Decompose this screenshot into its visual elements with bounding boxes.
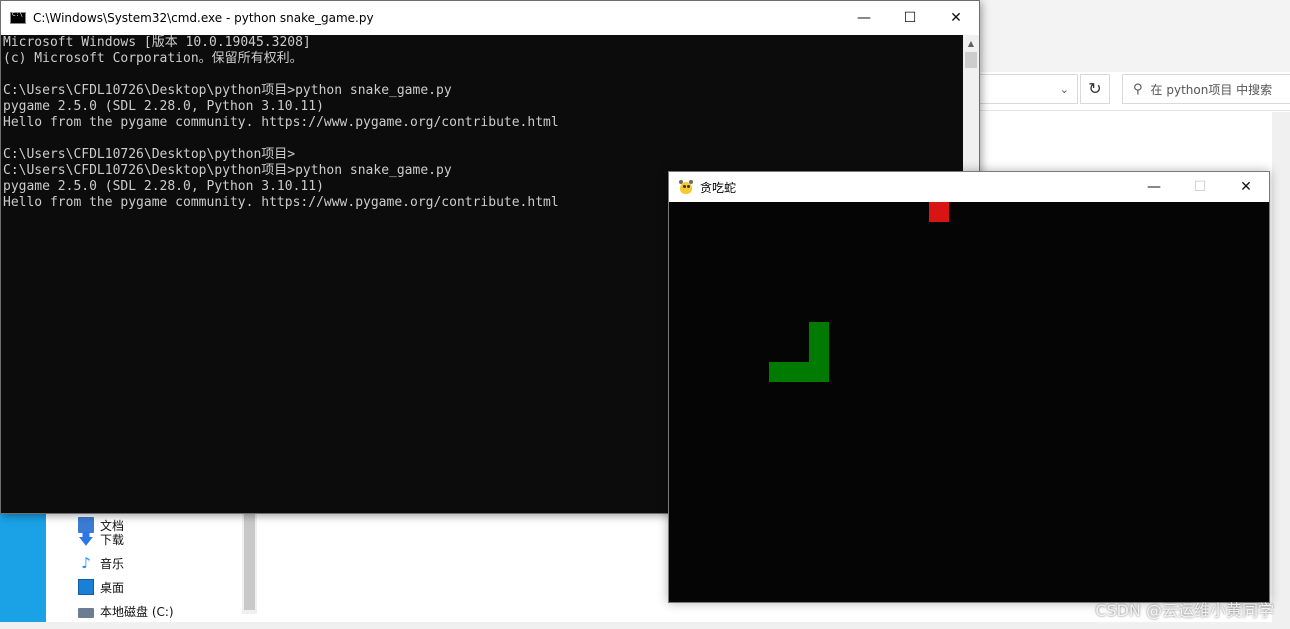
pygame-snake-icon — [678, 179, 694, 195]
close-button[interactable]: ✕ — [1223, 172, 1269, 202]
refresh-button[interactable]: ↻ — [1080, 74, 1110, 104]
game-window-title: 贪吃蛇 — [700, 180, 737, 195]
nav-item-music[interactable]: ♪ 音乐 — [78, 552, 124, 574]
console-line: (c) Microsoft Corporation。保留所有权利。 — [3, 51, 303, 66]
food-item — [929, 202, 949, 222]
nav-item-local-disk[interactable]: 本地磁盘 (C:) — [78, 600, 174, 622]
cmd-title-bar[interactable]: C:\Windows\System32\cmd.exe - python sna… — [1, 1, 979, 35]
status-bar — [0, 622, 1290, 629]
download-icon: 🡇 — [78, 530, 94, 548]
cmd-window-title: C:\Windows\System32\cmd.exe - python sna… — [33, 11, 374, 25]
console-line: C:\Users\CFDL10726\Desktop\python项目>pyth… — [3, 83, 452, 98]
quick-access-accent — [0, 514, 46, 629]
snake-segment — [769, 362, 789, 382]
maximize-button: ☐ — [1193, 179, 1207, 195]
nav-item-label: 下载 — [100, 532, 125, 547]
nav-scrollbar[interactable] — [242, 514, 257, 614]
desktop-icon — [78, 579, 94, 595]
chevron-down-icon[interactable]: ⌄ — [1060, 83, 1069, 96]
snake-segment — [809, 362, 829, 382]
maximize-button[interactable]: ☐ — [887, 1, 933, 35]
address-bar[interactable]: ⌄ — [978, 74, 1078, 104]
watermark: CSDN @云运维小黄同学 — [1095, 601, 1274, 620]
console-line: C:\Users\CFDL10726\Desktop\python项目> — [3, 147, 296, 162]
explorer-ribbon — [980, 0, 1290, 72]
cmd-app-icon — [10, 11, 26, 24]
content-scrollbar[interactable] — [1272, 112, 1290, 629]
scroll-up-arrow-icon[interactable]: ▲ — [963, 35, 979, 52]
search-input[interactable]: ⚲ 在 python项目 中搜索 — [1122, 74, 1290, 104]
music-icon: ♪ — [81, 554, 91, 572]
scrollbar-thumb[interactable] — [244, 514, 255, 610]
nav-item-label: 音乐 — [100, 556, 125, 571]
console-line: pygame 2.5.0 (SDL 2.28.0, Python 3.10.11… — [3, 99, 324, 114]
divider — [978, 110, 1290, 111]
disk-icon — [78, 607, 94, 618]
game-title-bar[interactable]: 贪吃蛇 — ☐ ✕ — [669, 172, 1269, 202]
nav-item-downloads[interactable]: 🡇 下载 — [78, 528, 124, 550]
snake-segment — [809, 342, 829, 362]
game-board[interactable] — [669, 202, 1269, 602]
navigation-pane: 文档 🡇 下载 ♪ 音乐 桌面 本地磁盘 (C:) — [46, 514, 242, 629]
search-placeholder: 在 python项目 中搜索 — [1150, 82, 1273, 97]
nav-item-label: 本地磁盘 (C:) — [100, 604, 174, 619]
snake-game-window[interactable]: 贪吃蛇 — ☐ ✕ — [668, 171, 1270, 603]
snake-segment — [809, 322, 829, 342]
minimize-button[interactable]: — — [1131, 172, 1177, 202]
nav-item-desktop[interactable]: 桌面 — [78, 576, 124, 598]
scrollbar-thumb[interactable] — [965, 52, 977, 68]
snake-segment — [789, 362, 809, 382]
console-line: Hello from the pygame community. https:/… — [3, 115, 559, 130]
nav-item-label: 桌面 — [100, 580, 125, 595]
console-line: Microsoft Windows [版本 10.0.19045.3208] — [3, 35, 311, 50]
minimize-button[interactable]: — — [841, 1, 887, 35]
search-icon: ⚲ — [1133, 81, 1143, 97]
close-button[interactable]: ✕ — [933, 1, 979, 35]
